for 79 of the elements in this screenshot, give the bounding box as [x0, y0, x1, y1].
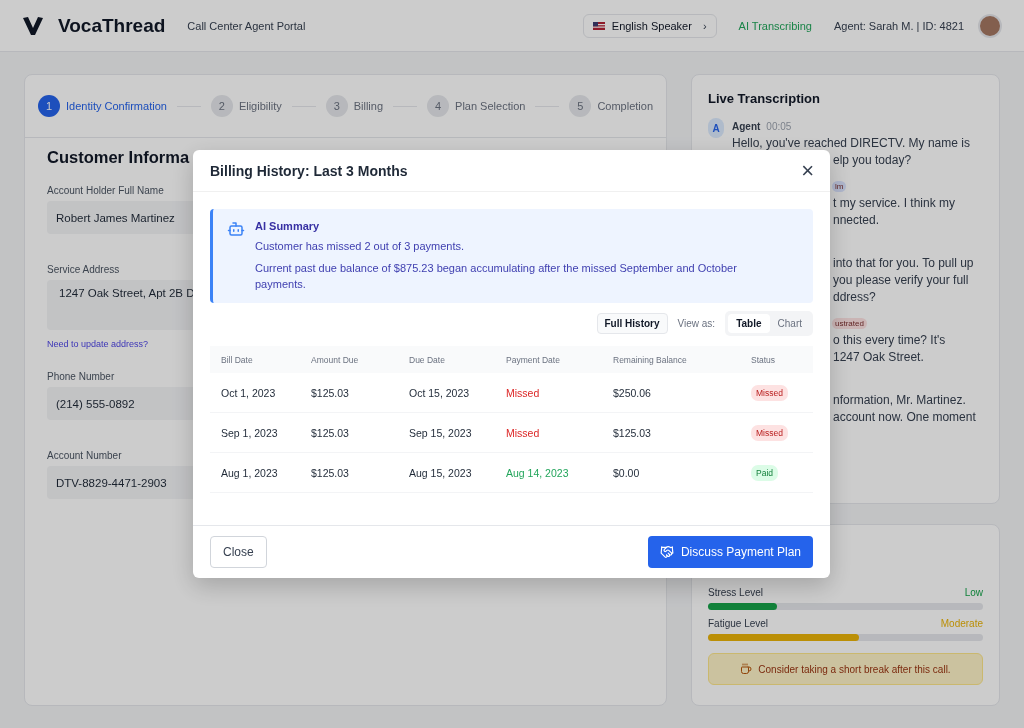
column-header: Amount Due [300, 346, 398, 373]
status-tag: Missed [751, 384, 788, 401]
agent-avatar[interactable] [978, 13, 1002, 38]
view-toggle[interactable]: Table [728, 314, 770, 333]
table-cell: Missed [495, 413, 602, 453]
transcript-line: nnected. [833, 212, 881, 229]
table-cell: Sep 15, 2023 [398, 413, 495, 453]
message-time: 00:05 [766, 121, 792, 132]
summary-text: Current past due balance of $875.23 began accumulating after the missed September and October payments. [255, 261, 738, 292]
panel-title: Live Transcription [708, 91, 821, 106]
portal-subtitle: Call Center Agent Portal [187, 19, 306, 32]
close-dialog-button[interactable]: Close [210, 536, 267, 568]
table-cell: Aug 1, 2023 [210, 453, 300, 493]
handshake-icon [659, 545, 674, 559]
meter-reading: Low [964, 587, 983, 598]
transcript-line: ddress? [833, 289, 877, 306]
speaker-name: Agent [732, 121, 761, 132]
table-cell: Sep 1, 2023 [210, 413, 300, 453]
transcript-line: account now. One moment [833, 409, 976, 426]
transcript-line: 1247 Oak Street. [833, 349, 925, 366]
transcribing-status: AI Transcribing [738, 19, 812, 32]
transcript-line: into that for you. To pull up [833, 255, 974, 272]
coffee-icon [740, 663, 753, 675]
table-cell: $125.03 [300, 373, 398, 413]
discuss-plan-button[interactable]: Discuss Payment Plan [647, 536, 813, 568]
field-label: Service Address [47, 264, 120, 275]
stepper-step[interactable]: 2 Eligibility [210, 95, 282, 117]
sentiment-tag: ustrated [832, 318, 867, 329]
notice-text: Consider taking a short break after this call. [758, 663, 951, 675]
dialog-title: Billing History: Last 3 Months [210, 162, 408, 179]
table-cell: Aug 14, 2023 [495, 453, 602, 493]
column-header: Bill Date [210, 346, 300, 373]
table-cell: $125.03 [300, 413, 398, 453]
summary-title: AI Summary [255, 220, 321, 232]
status-tag: Missed [751, 424, 788, 441]
flag-icon [592, 21, 605, 30]
field-label: Account Holder Full Name [47, 185, 164, 196]
column-header: Payment Date [495, 346, 602, 373]
table-cell: $0.00 [602, 453, 740, 493]
field-label: Account Number [47, 450, 122, 461]
meter-label: Stress Level [708, 587, 764, 598]
transcript-line: Hello, you've reached DIRECTV. My name is [732, 135, 970, 152]
column-header: Status [740, 346, 813, 373]
status-tag: Paid [751, 464, 778, 481]
stepper-step[interactable]: 1 Identity Confirmation [38, 95, 167, 117]
stepper-step[interactable]: 4 Plan Selection [427, 95, 526, 117]
table-cell: $250.06 [602, 373, 740, 413]
transcript-line: elp you today? [833, 152, 913, 169]
language-selector[interactable]: English Speaker › [582, 13, 717, 38]
stepper-step[interactable]: 5 Completion [569, 95, 653, 117]
transcript-line: o this every time? It's [833, 332, 946, 349]
stepper-step[interactable]: 3 Billing [325, 95, 384, 117]
transcript-line: you please verify your full [833, 272, 970, 289]
table-cell: $125.03 [602, 413, 740, 453]
column-header: Due Date [398, 346, 495, 373]
view-toggle[interactable]: Chart [769, 314, 810, 333]
agent-info: Agent: Sarah M. | ID: 4821 [833, 19, 964, 32]
meter-label: Fatigue Level [708, 618, 769, 629]
transcript-line: t my service. I think my [833, 195, 956, 212]
table-cell: Oct 1, 2023 [210, 373, 300, 413]
table-cell: Oct 15, 2023 [398, 373, 495, 413]
field-label: Phone Number [47, 371, 115, 382]
transcript-line: nformation, Mr. Martinez. [833, 392, 967, 409]
meter-reading: Moderate [940, 618, 983, 629]
update-address-link[interactable]: Need to update address? [47, 339, 149, 349]
view-as-label: View as: [677, 318, 716, 329]
table-cell: $125.03 [300, 453, 398, 493]
robot-icon [227, 220, 245, 238]
sentiment-tag: lm [832, 181, 847, 192]
column-header: Remaining Balance [602, 346, 740, 373]
speaker-avatar: A [708, 118, 724, 138]
table-cell: Aug 15, 2023 [398, 453, 495, 493]
summary-text: Customer has missed 2 out of 3 payments. [255, 239, 466, 254]
close-button[interactable]: × [801, 160, 814, 181]
brand-name: VocaThread [58, 14, 166, 37]
logo-icon [22, 15, 44, 36]
section-heading: Customer Informa [47, 148, 190, 167]
full-history-button[interactable]: Full History [596, 313, 668, 334]
table-cell: Missed [495, 373, 602, 413]
